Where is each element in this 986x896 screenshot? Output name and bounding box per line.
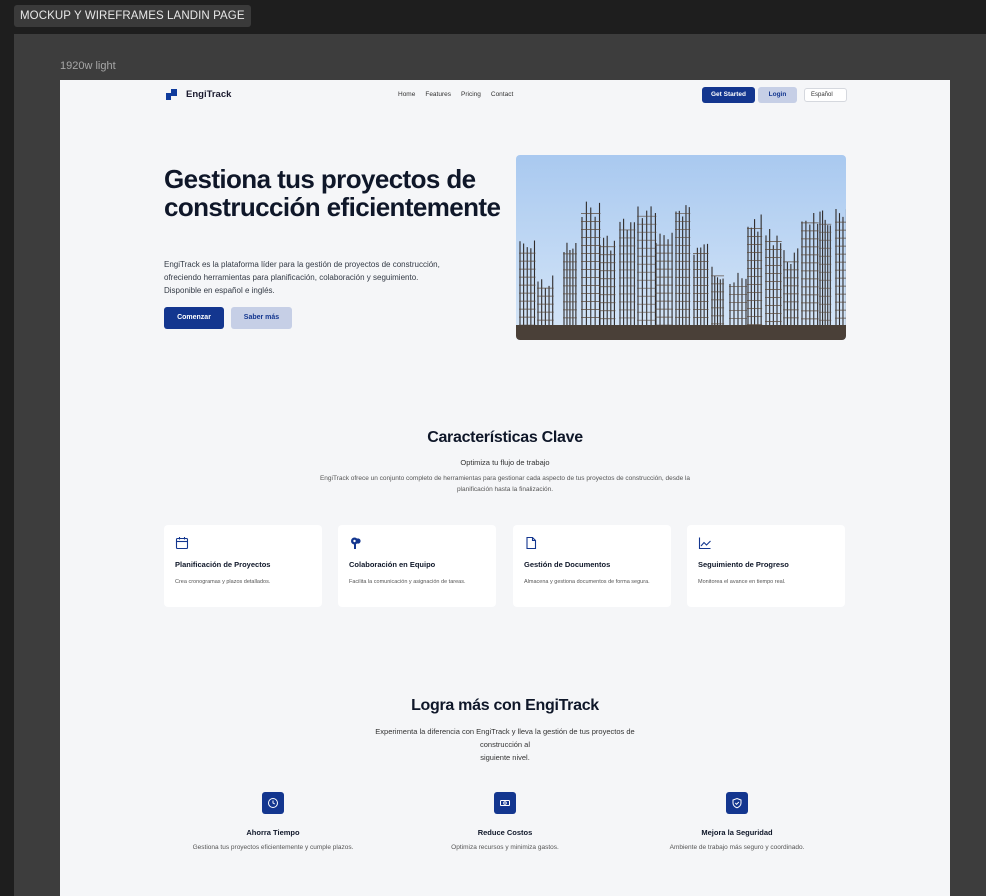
document-icon	[524, 536, 538, 550]
hero-description: EngiTrack es la plataforma líder para la…	[164, 260, 440, 295]
nav-links: Home Features Pricing Contact	[398, 91, 513, 98]
feature-card-documents[interactable]: Gestión de Documentos Almacena y gestion…	[513, 525, 671, 607]
team-icon	[349, 536, 363, 550]
benefit-title: Reduce Costos	[477, 828, 533, 837]
feature-card-collaboration[interactable]: Colaboración en Equipo Facilita la comun…	[338, 525, 496, 607]
comenzar-button[interactable]: Comenzar	[164, 307, 224, 329]
benefit-improve-safety: Mejora la Seguridad Ambiente de trabajo …	[637, 792, 837, 851]
shield-icon	[726, 792, 748, 814]
benefit-desc: Gestiona tus proyectos eficientemente y …	[192, 844, 354, 851]
benefit-desc: Optimiza recursos y minimiza gastos.	[451, 844, 559, 851]
features-title: Características Clave	[427, 429, 583, 446]
saber-mas-button[interactable]: Saber más	[231, 307, 292, 329]
feature-card-title: Seguimiento de Progreso	[698, 560, 789, 569]
benefit-title: Mejora la Seguridad	[701, 828, 773, 837]
benefit-save-time: Ahorra Tiempo Gestiona tus proyectos efi…	[173, 792, 373, 851]
hero-title: Gestiona tus proyectos de construcción e…	[164, 164, 501, 222]
frame-label[interactable]: 1920w light	[60, 60, 116, 72]
feature-card-title: Colaboración en Equipo	[349, 560, 436, 569]
editor-topbar: MOCKUP Y WIREFRAMES LANDIN PAGE	[0, 0, 986, 34]
benefits-desc-line: siguiente nivel.	[480, 753, 530, 762]
landing-page-frame: EngiTrack Home Features Pricing Contact …	[60, 80, 950, 896]
feature-card-desc: Crea cronogramas y plazos detallados.	[175, 579, 271, 585]
benefit-desc: Ambiente de trabajo más seguro y coordin…	[669, 844, 805, 851]
clock-icon	[262, 792, 284, 814]
brand-name[interactable]: EngiTrack	[186, 89, 231, 100]
benefits-title: Logra más con EngiTrack	[411, 697, 599, 714]
benefits-desc-line: Experimenta la diferencia con EngiTrack …	[375, 727, 635, 736]
benefits-description: Experimenta la diferencia con EngiTrack …	[340, 725, 670, 764]
features-subtitle: Optimiza tu flujo de trabajo	[460, 458, 550, 467]
features-description: EngiTrack ofrece un conjunto completo de…	[319, 475, 691, 493]
login-button[interactable]: Login	[758, 87, 797, 103]
chart-line-icon	[698, 536, 712, 550]
nav-link-contact[interactable]: Contact	[491, 91, 513, 98]
feature-card-title: Planificación de Proyectos	[175, 560, 271, 569]
page-tab[interactable]: MOCKUP Y WIREFRAMES LANDIN PAGE	[14, 5, 251, 27]
feature-card-desc: Facilita la comunicación y asignación de…	[349, 579, 466, 585]
feature-card-planning[interactable]: Planificación de Proyectos Crea cronogra…	[164, 525, 322, 607]
get-started-button[interactable]: Get Started	[702, 87, 755, 103]
feature-card-desc: Almacena y gestiona documentos de forma …	[524, 579, 650, 585]
nav-link-home[interactable]: Home	[398, 91, 415, 98]
feature-card-desc: Monitorea el avance en tiempo real.	[698, 579, 786, 585]
benefit-title: Ahorra Tiempo	[246, 828, 300, 837]
hero-image-rebar	[516, 155, 846, 340]
language-select[interactable]: Español	[804, 88, 847, 102]
nav-link-pricing[interactable]: Pricing	[461, 91, 481, 98]
nav-link-features[interactable]: Features	[425, 91, 451, 98]
navbar: EngiTrack Home Features Pricing Contact …	[60, 80, 950, 110]
calendar-icon	[175, 536, 189, 550]
feature-card-title: Gestión de Documentos	[524, 560, 611, 569]
benefit-reduce-costs: Reduce Costos Optimiza recursos y minimi…	[405, 792, 605, 851]
benefits-desc-line: construcción al	[479, 740, 531, 749]
feature-card-progress[interactable]: Seguimiento de Progreso Monitorea el ava…	[687, 525, 845, 607]
money-icon	[494, 792, 516, 814]
logo-icon	[166, 89, 177, 100]
